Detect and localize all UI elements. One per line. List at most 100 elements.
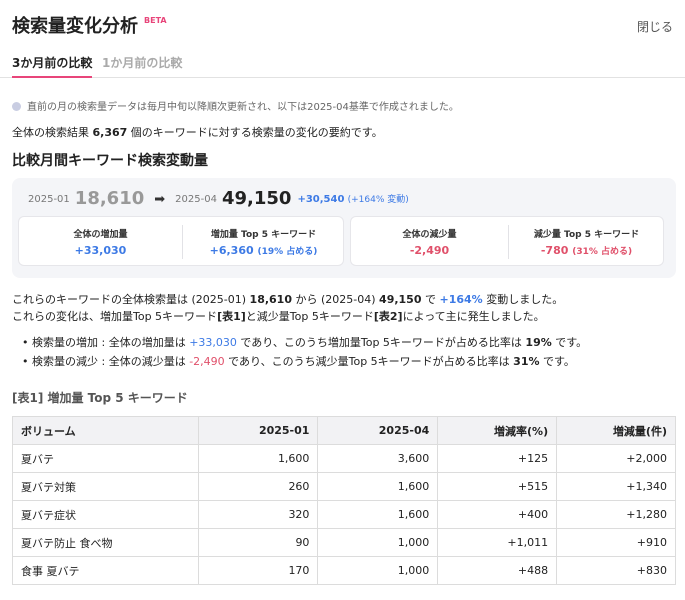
column-header-change-rate: 増減率(%): [437, 416, 558, 445]
rate-cell: +515: [437, 472, 558, 501]
table-row: 夏バテ症状 320 1,600 +400 +1,280: [12, 500, 676, 529]
rate-cell: +488: [437, 556, 558, 585]
keyword-cell: 食事 夏バテ: [12, 556, 199, 585]
to-value: 49,150: [221, 188, 292, 209]
value-cell: 1,600: [197, 444, 319, 473]
text: これらの変化は、増加量Top 5キーワード: [12, 310, 218, 323]
top5-decrease-value: -780 (31% 占める): [508, 244, 665, 257]
bullet-decrease: • 検索量の減少 : 全体の減少量は -2,490 であり、このうち減少量Top…: [22, 355, 575, 368]
text: で: [421, 293, 440, 306]
top5-decrease-share: (31% 占める): [572, 247, 633, 257]
top5-increase-amount: +6,360: [209, 244, 254, 257]
page-title: 検索量変化分析 BETA: [12, 12, 167, 38]
rate-cell: +400: [437, 500, 558, 529]
decrease-card: 全体の減少量 -2,490 減少量 Top 5 キーワード -780 (31% …: [350, 216, 664, 266]
column-header-2025-01: 2025-01: [197, 416, 319, 445]
value-cell: 260: [197, 472, 319, 501]
text: であり、このうち減少量Top 5キーワードが占める比率は: [224, 355, 514, 368]
total-increase-value: +33,030: [74, 244, 127, 257]
from-value: 18,610: [74, 188, 145, 209]
text: から (2025-04): [292, 293, 380, 306]
to-period: 2025-04: [175, 194, 217, 205]
text: これらのキーワードの全体検索量は (2025-01): [12, 293, 250, 306]
text: 検索量の減少 : 全体の減少量は: [32, 355, 190, 368]
value-cell: 170: [197, 556, 319, 585]
text: 変動しました。: [482, 293, 564, 306]
increase-value: +33,030: [189, 336, 237, 349]
amount-cell: +830: [556, 556, 676, 585]
value-cell: 3,600: [317, 444, 439, 473]
tab-label: 3か月前の比較: [12, 56, 93, 70]
decrease-value: -2,490: [189, 355, 225, 368]
description-line-2: これらの変化は、増加量Top 5キーワード[表1]と減少量Top 5キーワード[…: [12, 308, 563, 325]
bullet-list: • 検索量の増加 : 全体の増加量は +33,030 であり、このうち増加量To…: [22, 333, 587, 371]
comparison-panel: 2025-01 18,610 ➡ 2025-04 49,150 +30,540 (+164…: [12, 178, 676, 278]
table1-title: [表1] 増加量 Top 5 キーワード: [12, 391, 188, 405]
value-cell: 1,000: [317, 556, 439, 585]
total-decrease-label: 全体の減少量: [402, 230, 457, 240]
value-cell: 90: [197, 528, 319, 557]
header: 検索量変化分析 BETA 閉じる: [12, 12, 673, 42]
amount-cell: +1,340: [556, 472, 676, 501]
tab-bar: 3か月前の比較 1か月前の比較: [0, 46, 685, 78]
table-row: 夏バテ 1,600 3,600 +125 +2,000: [12, 444, 676, 473]
table-row: 夏バテ防止 食べ物 90 1,000 +1,011 +910: [12, 528, 676, 557]
rate-cell: +1,011: [437, 528, 558, 557]
change-percent: (+164% 変動): [347, 195, 409, 205]
summary-prefix: 全体の検索結果: [12, 126, 89, 139]
top5-increase-value: +6,360 (19% 占める): [182, 244, 345, 257]
bullet-increase: • 検索量の増加 : 全体の増加量は +33,030 であり、このうち増加量To…: [22, 336, 588, 349]
tab-label: 1か月前の比較: [102, 56, 183, 70]
close-button[interactable]: 閉じる: [637, 18, 673, 35]
text: です。: [551, 336, 588, 349]
top5-increase: 増加量 Top 5 キーワード +6,360 (19% 占める): [182, 227, 345, 257]
keyword-cell: 夏バテ対策: [12, 472, 199, 501]
text: です。: [539, 355, 575, 368]
summary-text: 全体の検索結果 6,367 個のキーワードに対する検索量の変化の要約です。: [12, 124, 383, 140]
total-decrease: 全体の減少量 -2,490: [351, 227, 508, 257]
value-cell: 1,600: [317, 472, 439, 501]
top5-increase-label: 増加量 Top 5 キーワード: [210, 230, 317, 240]
top5-decrease-amount: -780: [540, 244, 569, 257]
top5-increase-share: (19% 占める): [257, 247, 318, 257]
from-period: 2025-01: [28, 194, 70, 205]
column-header-keyword: ボリューム: [12, 416, 199, 445]
total-decrease-value: -2,490: [409, 244, 450, 257]
table-row: 食事 夏バテ 170 1,000 +488 +830: [12, 556, 676, 585]
period-comparison: 2025-01 18,610 ➡ 2025-04 49,150 +30,540 (+164…: [28, 188, 409, 209]
amount-cell: +2,000: [556, 444, 676, 473]
value-cell: 1,000: [317, 528, 439, 557]
value-cell: 320: [197, 500, 319, 529]
top5-increase-table: ボリューム 2025-01 2025-04 増減率(%) 増減量(件) 夏バテ …: [12, 416, 676, 585]
amount-cell: +910: [556, 528, 676, 557]
beta-badge: BETA: [144, 16, 167, 25]
active-tab-indicator: [12, 76, 93, 78]
table1-ref: [表1]: [217, 310, 246, 323]
increase-card: 全体の増加量 +33,030 増加量 Top 5 キーワード +6,360 (1…: [18, 216, 344, 266]
keyword-cell: 夏バテ症状: [12, 500, 199, 529]
info-dot-icon: [12, 102, 21, 111]
tab-1-month[interactable]: 1か月前の比較: [102, 54, 182, 71]
table2-ref: [表2]: [373, 310, 403, 323]
column-header-change-amount: 増減量(件): [556, 416, 676, 445]
page-title-text: 検索量変化分析: [12, 16, 138, 37]
from-value: 18,610: [249, 293, 292, 306]
keyword-cell: 夏バテ: [12, 444, 199, 473]
tab-3-months[interactable]: 3か月前の比較: [12, 54, 93, 78]
top5-decrease: 減少量 Top 5 キーワード -780 (31% 占める): [508, 227, 665, 257]
summary-suffix: 個のキーワードに対する検索量の変化の要約です。: [130, 126, 383, 139]
table-header-row: ボリューム 2025-01 2025-04 増減率(%) 増減量(件): [12, 416, 676, 445]
change-value: +30,540: [297, 194, 345, 205]
top5-decrease-label: 減少量 Top 5 キーワード: [533, 230, 640, 240]
column-header-2025-04: 2025-04: [317, 416, 439, 445]
text: であり、このうち増加量Top 5キーワードが占める比率は: [236, 336, 526, 349]
amount-cell: +1,280: [556, 500, 676, 529]
decrease-share: 31%: [513, 355, 540, 368]
change-description: これらのキーワードの全体検索量は (2025-01) 18,610 から (20…: [12, 291, 563, 325]
keyword-count: 6,367: [92, 126, 128, 139]
section-title: 比較月間キーワード検索変動量: [12, 153, 208, 169]
notice-text: 直前の月の検索量データは毎月中旬以降順次更新され、以下は2025-04基準で作成…: [27, 102, 459, 113]
description-line-1: これらのキーワードの全体検索量は (2025-01) 18,610 から (20…: [12, 291, 563, 308]
rate-cell: +125: [437, 444, 558, 473]
total-increase: 全体の増加量 +33,030: [19, 227, 182, 257]
